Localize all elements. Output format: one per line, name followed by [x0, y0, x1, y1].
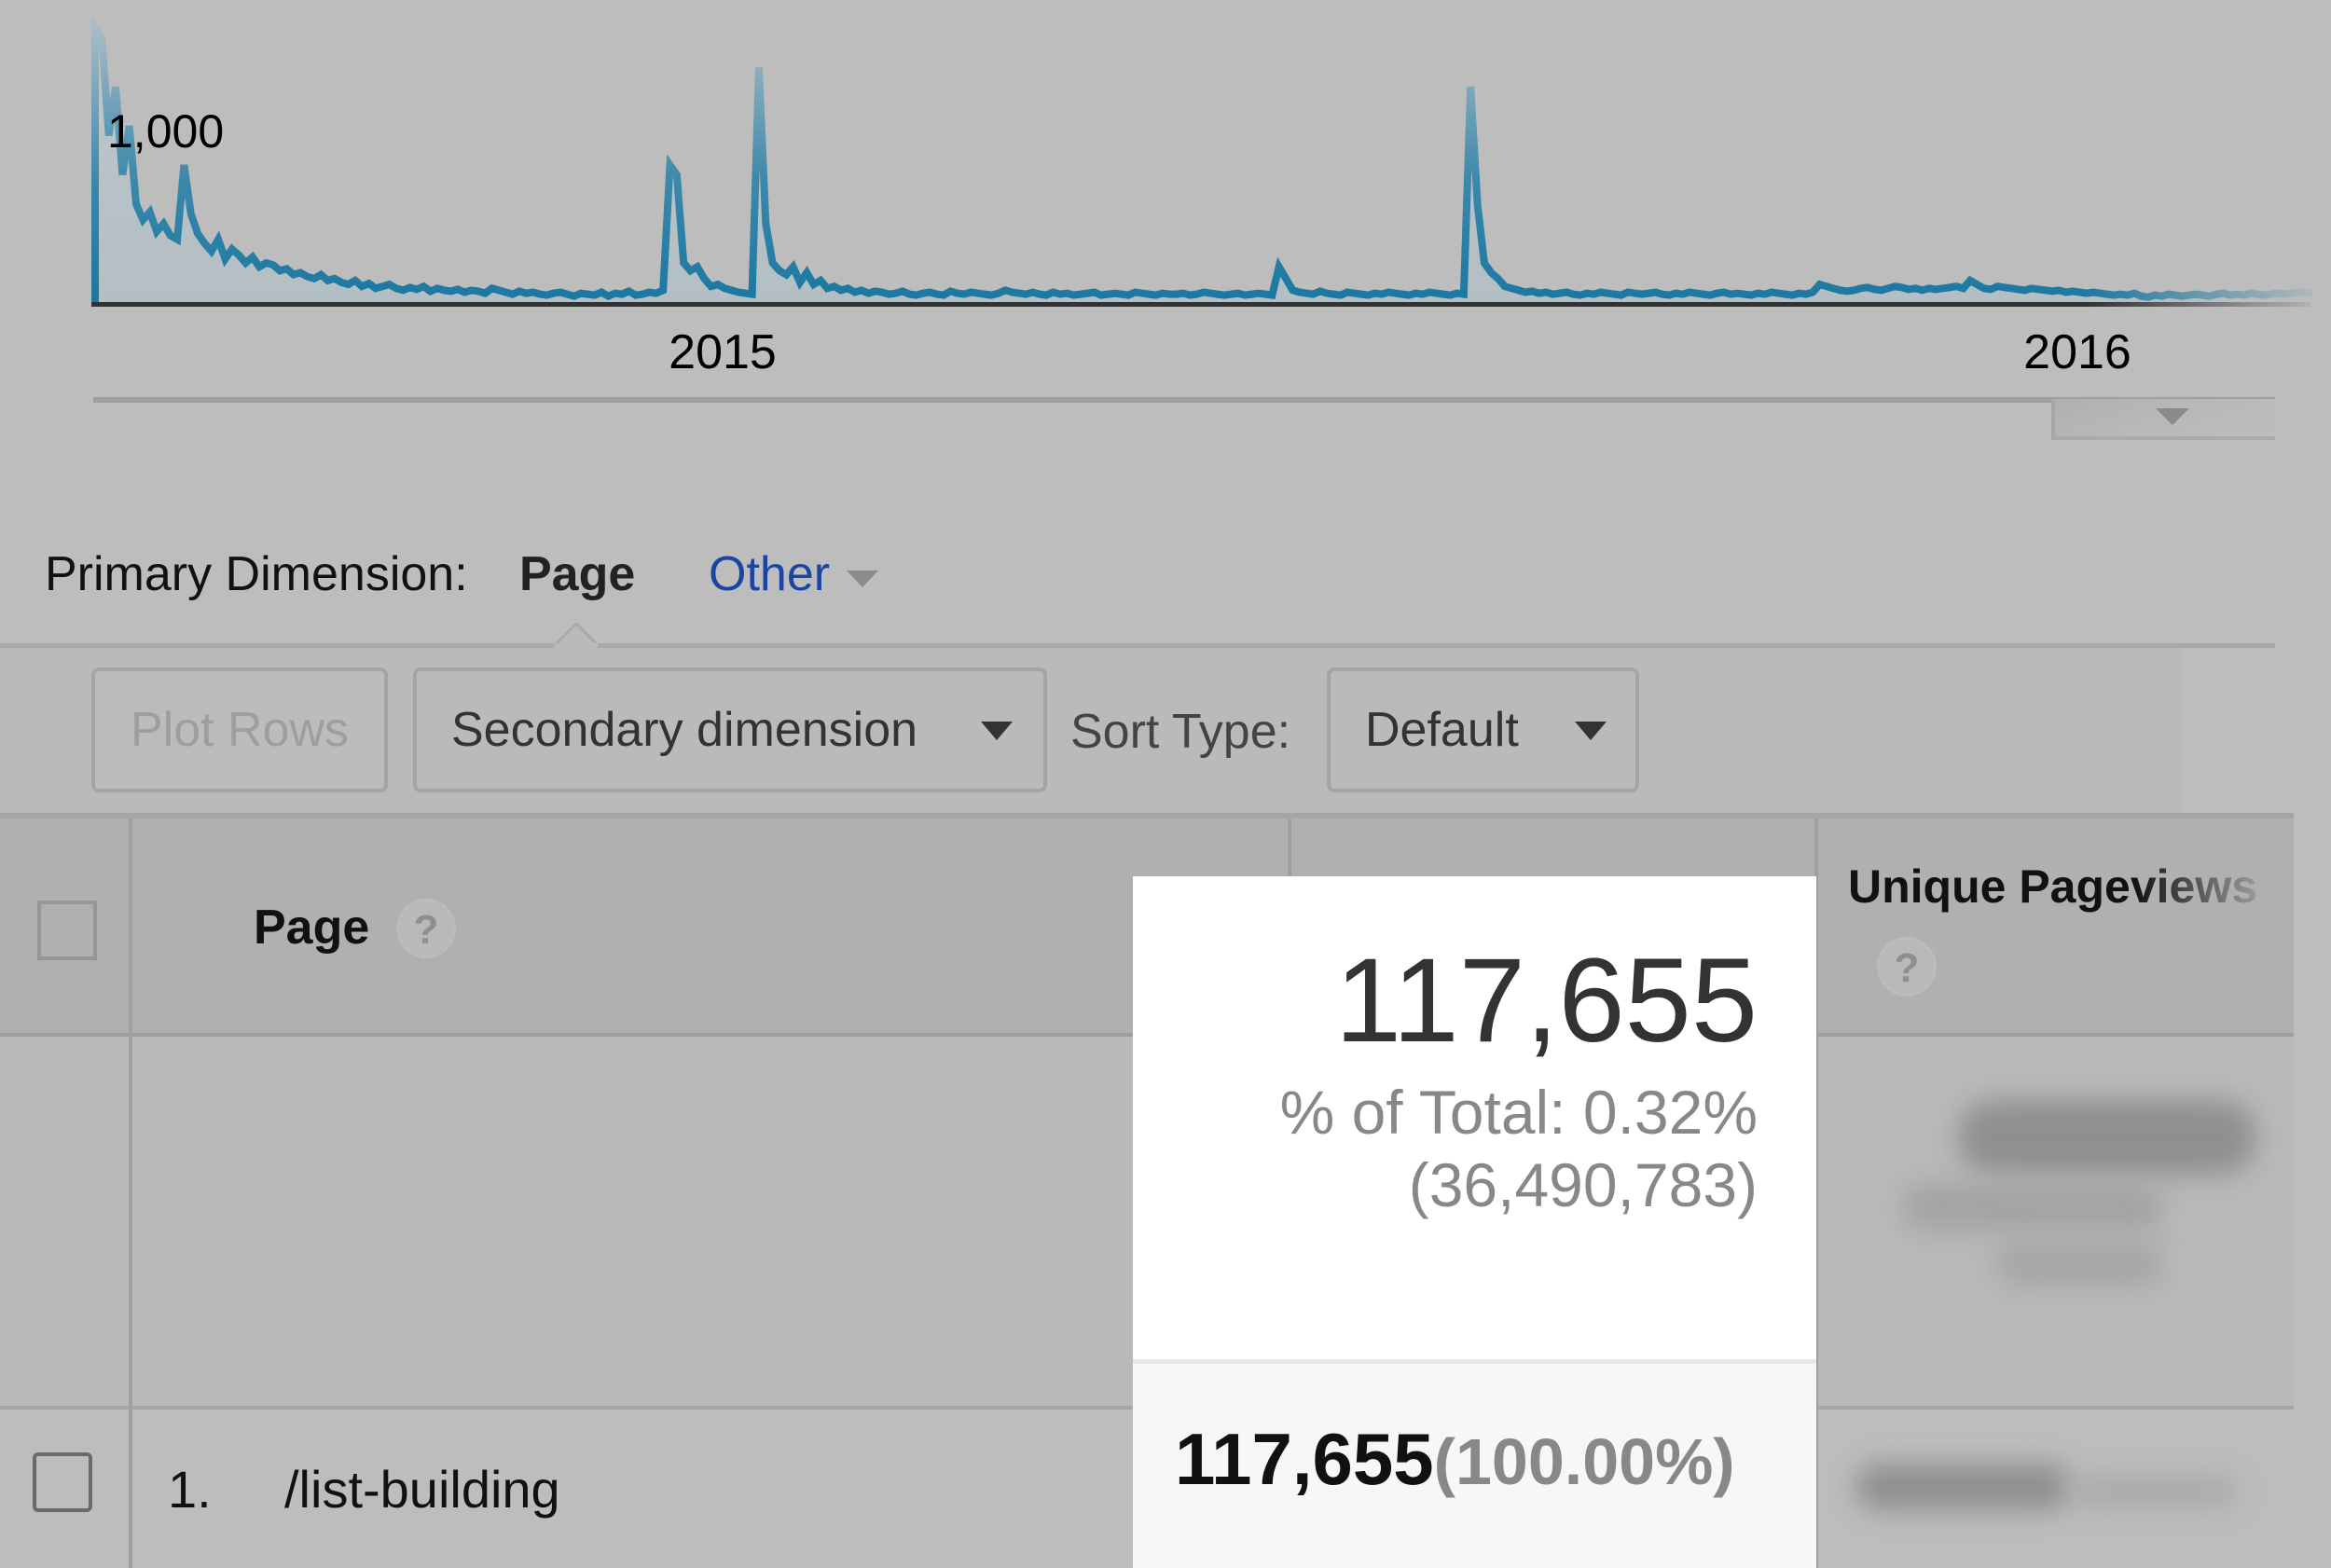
plot-rows-label: Plot Rows [130, 703, 350, 757]
chevron-down-icon [1575, 722, 1607, 740]
selected-indicator-notch [555, 623, 598, 666]
blurred-total-site [1995, 1240, 2163, 1286]
pageviews-total: 117,655 [1334, 934, 1758, 1067]
chevron-down-icon [981, 722, 1013, 740]
chart-fade-overlay [2089, 0, 2331, 317]
chart-baseline [91, 302, 2310, 307]
x-tick-label-2015: 2015 [669, 325, 777, 379]
sort-type-label: Sort Type: [1070, 705, 1291, 759]
x-tick-label-2016: 2016 [2023, 325, 2131, 379]
row-pageviews-pct: (100.00%) [1433, 1425, 1735, 1498]
help-icon[interactable]: ? [396, 899, 456, 958]
other-dropdown-caret-icon[interactable] [847, 571, 878, 587]
sort-type-dropdown[interactable]: Default [1327, 667, 1639, 792]
blurred-total-pct [1902, 1184, 2163, 1231]
blurred-total-value [1958, 1100, 2256, 1175]
secondary-dimension-dropdown[interactable]: Secondary dimension [413, 667, 1047, 792]
select-all-checkbox[interactable] [37, 901, 97, 960]
row-checkbox[interactable] [33, 1452, 92, 1512]
chart-area-fill [95, 28, 2312, 302]
pageviews-pct-of-total: % of Total: 0.32% [1279, 1078, 1758, 1147]
primary-dimension-other-link[interactable]: Other [709, 546, 830, 602]
y-tick-label: 1,000 [107, 105, 224, 158]
row-pageviews-cell: 117,655(100.00%) [1175, 1417, 1735, 1502]
timeline-chart: 1,000 2015 2016 [91, 0, 2331, 379]
column-divider [129, 818, 132, 1568]
primary-dimension-label: Primary Dimension: [45, 547, 468, 601]
primary-dimension-page[interactable]: Page [519, 546, 635, 602]
timeline-slider-handle[interactable] [2051, 399, 2275, 440]
column-divider [1288, 818, 1291, 876]
primary-dimension-divider [0, 643, 2275, 648]
secondary-dimension-label: Secondary dimension [451, 703, 918, 757]
pageviews-site-total: (36,490,783) [1408, 1150, 1758, 1219]
chart-series-line [91, 16, 2313, 302]
column-header-unique-pageviews[interactable]: Unique Pageviews [1848, 860, 2257, 914]
blurred-row-value [1855, 1464, 2070, 1510]
triangle-down-icon [2156, 408, 2189, 425]
blurred-row-pct [2070, 1478, 2238, 1506]
row-index: 1. [168, 1460, 212, 1519]
timeline-slider-track[interactable] [93, 397, 2275, 403]
plot-rows-button[interactable]: Plot Rows [91, 667, 388, 792]
pageviews-highlight-panel: 117,655 % of Total: 0.32% (36,490,783) 1… [1133, 876, 1816, 1568]
row-pageviews-value: 117,655 [1175, 1418, 1434, 1500]
sort-type-value: Default [1365, 703, 1519, 757]
help-icon[interactable]: ? [1877, 937, 1937, 997]
row-page-link[interactable]: /list-building [284, 1459, 560, 1520]
column-header-page[interactable]: Page [254, 900, 369, 956]
